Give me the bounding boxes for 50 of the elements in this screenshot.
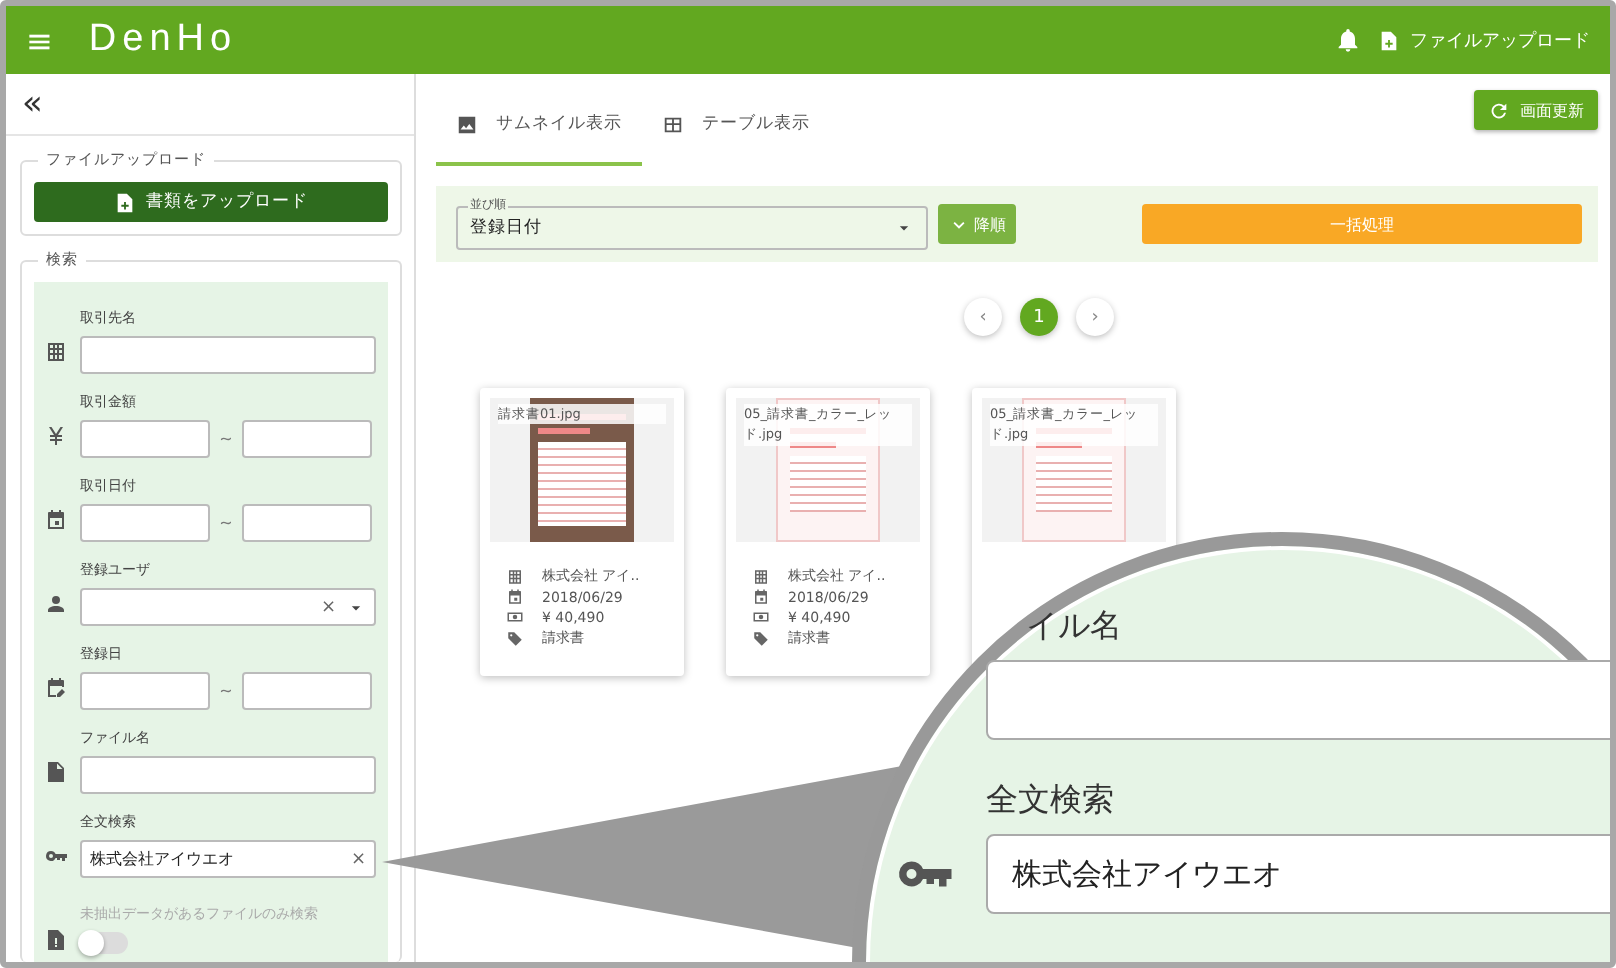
range-separator: ~: [217, 514, 235, 532]
calendar-edit-icon: [44, 676, 68, 700]
building-icon: [44, 340, 68, 364]
text-field[interactable]: [80, 756, 376, 794]
file-icon: [44, 760, 68, 784]
view-tab[interactable]: テーブル表示: [642, 74, 830, 166]
money-icon: [752, 608, 770, 626]
text-field[interactable]: 株式会社アイウエオ ×: [80, 840, 376, 878]
notification-button[interactable]: [1334, 26, 1362, 54]
select-field[interactable]: ×: [80, 588, 376, 626]
table-icon: [662, 113, 684, 135]
refresh-button[interactable]: 画面更新: [1474, 90, 1598, 130]
clear-button[interactable]: ×: [350, 849, 366, 869]
next-page-button[interactable]: ›: [1076, 298, 1114, 336]
refresh-icon: [1488, 99, 1510, 121]
range-separator: ~: [217, 682, 235, 700]
field-label: イル名: [1026, 606, 1124, 648]
range-start-field[interactable]: [80, 504, 210, 542]
calendar-icon: [44, 508, 68, 532]
page-button[interactable]: 1: [1020, 298, 1058, 336]
bell-icon: [1334, 26, 1362, 54]
building-icon: [752, 567, 770, 585]
field-label: 全文検索: [986, 780, 1116, 822]
range-separator: ~: [217, 430, 235, 448]
range-start-field[interactable]: [80, 420, 210, 458]
app-logo: DenHo: [88, 18, 238, 62]
person-icon: [44, 592, 68, 616]
file-alert-icon: [44, 928, 68, 952]
file-icon: [114, 191, 136, 213]
view-tab[interactable]: サムネイル表示: [436, 74, 642, 166]
upload-link[interactable]: ファイルアップロード: [1378, 27, 1590, 53]
money-icon: [506, 608, 524, 626]
building-icon: [506, 567, 524, 585]
collapse-button[interactable]: «: [22, 84, 43, 124]
yen-icon: [44, 424, 68, 448]
image-icon: [456, 113, 478, 135]
previous-page-button[interactable]: ‹: [964, 298, 1002, 336]
menu-button[interactable]: ≡: [26, 21, 53, 59]
range-end-field[interactable]: [242, 504, 372, 542]
tag-icon: [506, 629, 524, 647]
upload-button[interactable]: 書類をアップロード: [34, 182, 388, 222]
file-icon: [1378, 29, 1400, 51]
calendar-icon: [506, 588, 524, 606]
text-field[interactable]: [80, 336, 376, 374]
range-end-field[interactable]: [242, 420, 372, 458]
calendar-icon: [752, 588, 770, 606]
clear-button[interactable]: ×: [320, 597, 336, 617]
range-end-field[interactable]: [242, 672, 372, 710]
range-start-field[interactable]: [80, 672, 210, 710]
tag-icon: [752, 629, 770, 647]
